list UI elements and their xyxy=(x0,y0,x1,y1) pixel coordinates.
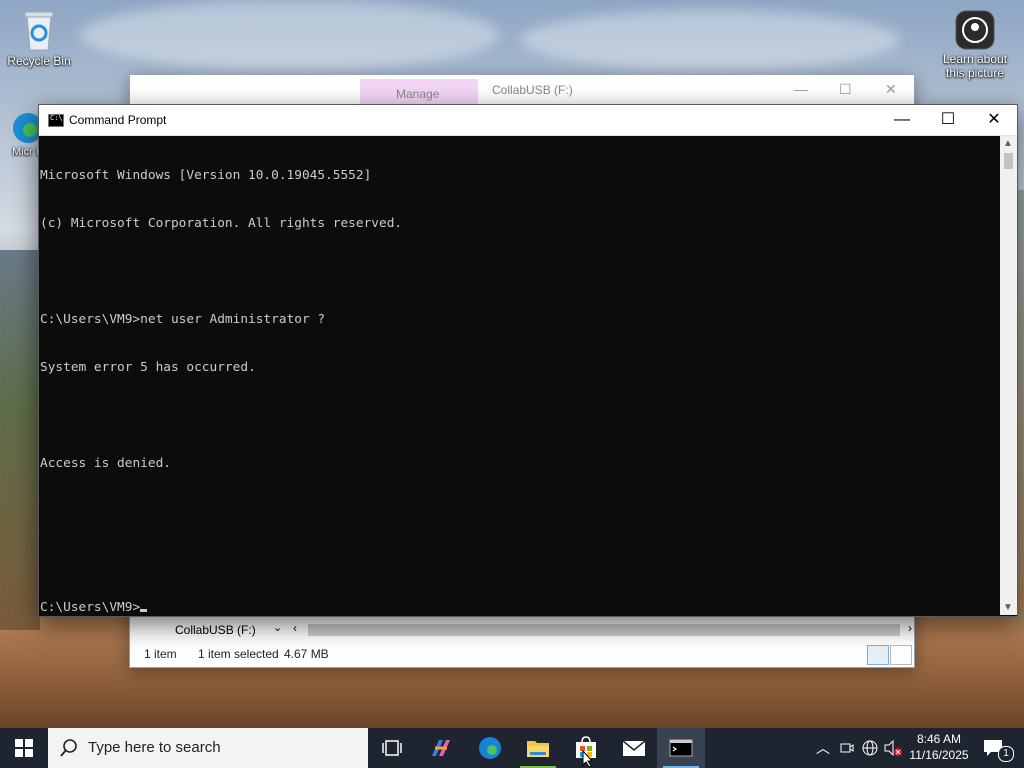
cmd-title: Command Prompt xyxy=(69,113,167,127)
console-line: System error 5 has occurred. xyxy=(40,360,256,375)
status-size: 4.67 MB xyxy=(284,647,329,661)
edge-browser-icon xyxy=(479,737,501,759)
close-button[interactable]: ✕ xyxy=(971,105,1017,135)
explorer-close-icon[interactable]: ✕ xyxy=(885,81,897,98)
start-button[interactable] xyxy=(0,728,48,768)
learn-about-picture-desktop-icon[interactable]: Learn about this picture xyxy=(936,10,1014,80)
console-line: Access is denied. xyxy=(40,456,171,471)
minimize-button[interactable]: — xyxy=(879,105,925,135)
status-item-count: 1 item xyxy=(144,647,177,661)
console-line: Microsoft Windows [Version 10.0.19045.55… xyxy=(40,168,372,183)
console-prompt-line[interactable]: C:\Users\VM9> xyxy=(39,600,1000,615)
search-icon xyxy=(60,739,77,757)
explorer-maximize-icon[interactable]: ☐ xyxy=(839,81,852,98)
clock-date: 11/16/2025 xyxy=(909,748,969,762)
terminal-icon xyxy=(669,739,693,757)
taskbar: Type here to search ︿ 8:46 AM 11/16/2025… xyxy=(0,728,1024,768)
mail-icon xyxy=(622,740,646,756)
recycle-bin-desktop-icon[interactable]: Recycle Bin xyxy=(2,8,76,68)
notification-count-badge: 1 xyxy=(998,746,1014,762)
text-cursor xyxy=(140,609,148,612)
search-placeholder: Type here to search xyxy=(88,739,221,756)
tab-manage[interactable]: Manage xyxy=(360,79,478,105)
clock-time: 8:46 AM xyxy=(916,732,962,746)
explorer-minimize-icon[interactable]: — xyxy=(794,81,808,97)
task-view-button[interactable] xyxy=(368,728,416,768)
details-view-icon[interactable] xyxy=(867,645,889,665)
explorer-nav-row: CollabUSB (F:) ⌄ ‹ › xyxy=(130,617,914,641)
cmd-titlebar[interactable]: Command Prompt — ☐ ✕ xyxy=(39,105,1017,136)
mail-taskbar-button[interactable] xyxy=(610,728,658,768)
camera-location-icon xyxy=(955,10,995,50)
system-tray: ︿ xyxy=(812,728,902,768)
tab-manage-label: Manage xyxy=(396,87,440,101)
scroll-down-icon[interactable]: ▼ xyxy=(1003,602,1013,613)
taskbar-clock[interactable]: 8:46 AM 11/16/2025 xyxy=(900,731,978,763)
console-output[interactable]: Microsoft Windows [Version 10.0.19045.55… xyxy=(39,136,1000,615)
learn-picture-label: Learn about this picture xyxy=(942,52,1008,80)
action-center-button[interactable]: 1 xyxy=(978,728,1024,768)
sidebar-chevron-icon[interactable]: ⌄ xyxy=(273,621,282,634)
maximize-button[interactable]: ☐ xyxy=(925,105,971,135)
copilot-icon xyxy=(432,740,450,756)
copilot-taskbar-button[interactable] xyxy=(417,728,465,768)
command-prompt-window[interactable]: Command Prompt — ☐ ✕ Microsoft Windows [… xyxy=(38,104,1018,617)
mouse-pointer-icon xyxy=(582,750,594,768)
explorer-titlebar[interactable]: Manage CollabUSB (F:) — ☐ ✕ xyxy=(130,75,914,105)
windows-logo-icon xyxy=(15,739,33,757)
console-prompt: C:\Users\VM9> xyxy=(40,600,141,615)
scroll-right-icon[interactable]: › xyxy=(908,621,912,635)
large-icons-view-icon[interactable] xyxy=(890,645,912,665)
folder-icon xyxy=(527,741,549,757)
scroll-left-icon[interactable]: ‹ xyxy=(293,621,297,635)
explorer-statusbar: 1 item 1 item selected 4.67 MB xyxy=(130,641,914,667)
cmd-taskbar-button[interactable] xyxy=(657,728,705,768)
cmd-icon xyxy=(48,114,64,127)
console-line: (c) Microsoft Corporation. All rights re… xyxy=(40,216,403,231)
scroll-up-icon[interactable]: ▲ xyxy=(1003,138,1013,149)
scrollbar-thumb[interactable] xyxy=(1004,153,1013,169)
file-explorer-taskbar-button[interactable] xyxy=(514,728,562,768)
status-selected: 1 item selected xyxy=(198,647,279,661)
taskbar-search-box[interactable]: Type here to search xyxy=(48,728,368,768)
cmd-vertical-scrollbar[interactable]: ▲ ▼ xyxy=(1000,136,1017,615)
tab-collab-usb[interactable]: CollabUSB (F:) xyxy=(492,83,573,97)
sidebar-drive-item[interactable]: CollabUSB (F:) xyxy=(175,623,256,637)
edge-taskbar-button[interactable] xyxy=(466,728,514,768)
task-view-icon xyxy=(382,740,402,756)
recycle-bin-icon xyxy=(24,11,54,51)
horizontal-scrollbar[interactable] xyxy=(308,624,900,636)
network-globe-icon[interactable] xyxy=(862,740,878,756)
meet-now-icon[interactable] xyxy=(840,741,854,755)
show-hidden-icons-chevron-icon[interactable]: ︿ xyxy=(816,738,830,758)
store-taskbar-button[interactable] xyxy=(562,728,610,768)
edge-desktop-icon[interactable]: Micr Ed xyxy=(0,112,49,158)
console-line: C:\Users\VM9>net user Administrator ? xyxy=(40,312,326,327)
recycle-bin-label: Recycle Bin xyxy=(7,54,71,68)
